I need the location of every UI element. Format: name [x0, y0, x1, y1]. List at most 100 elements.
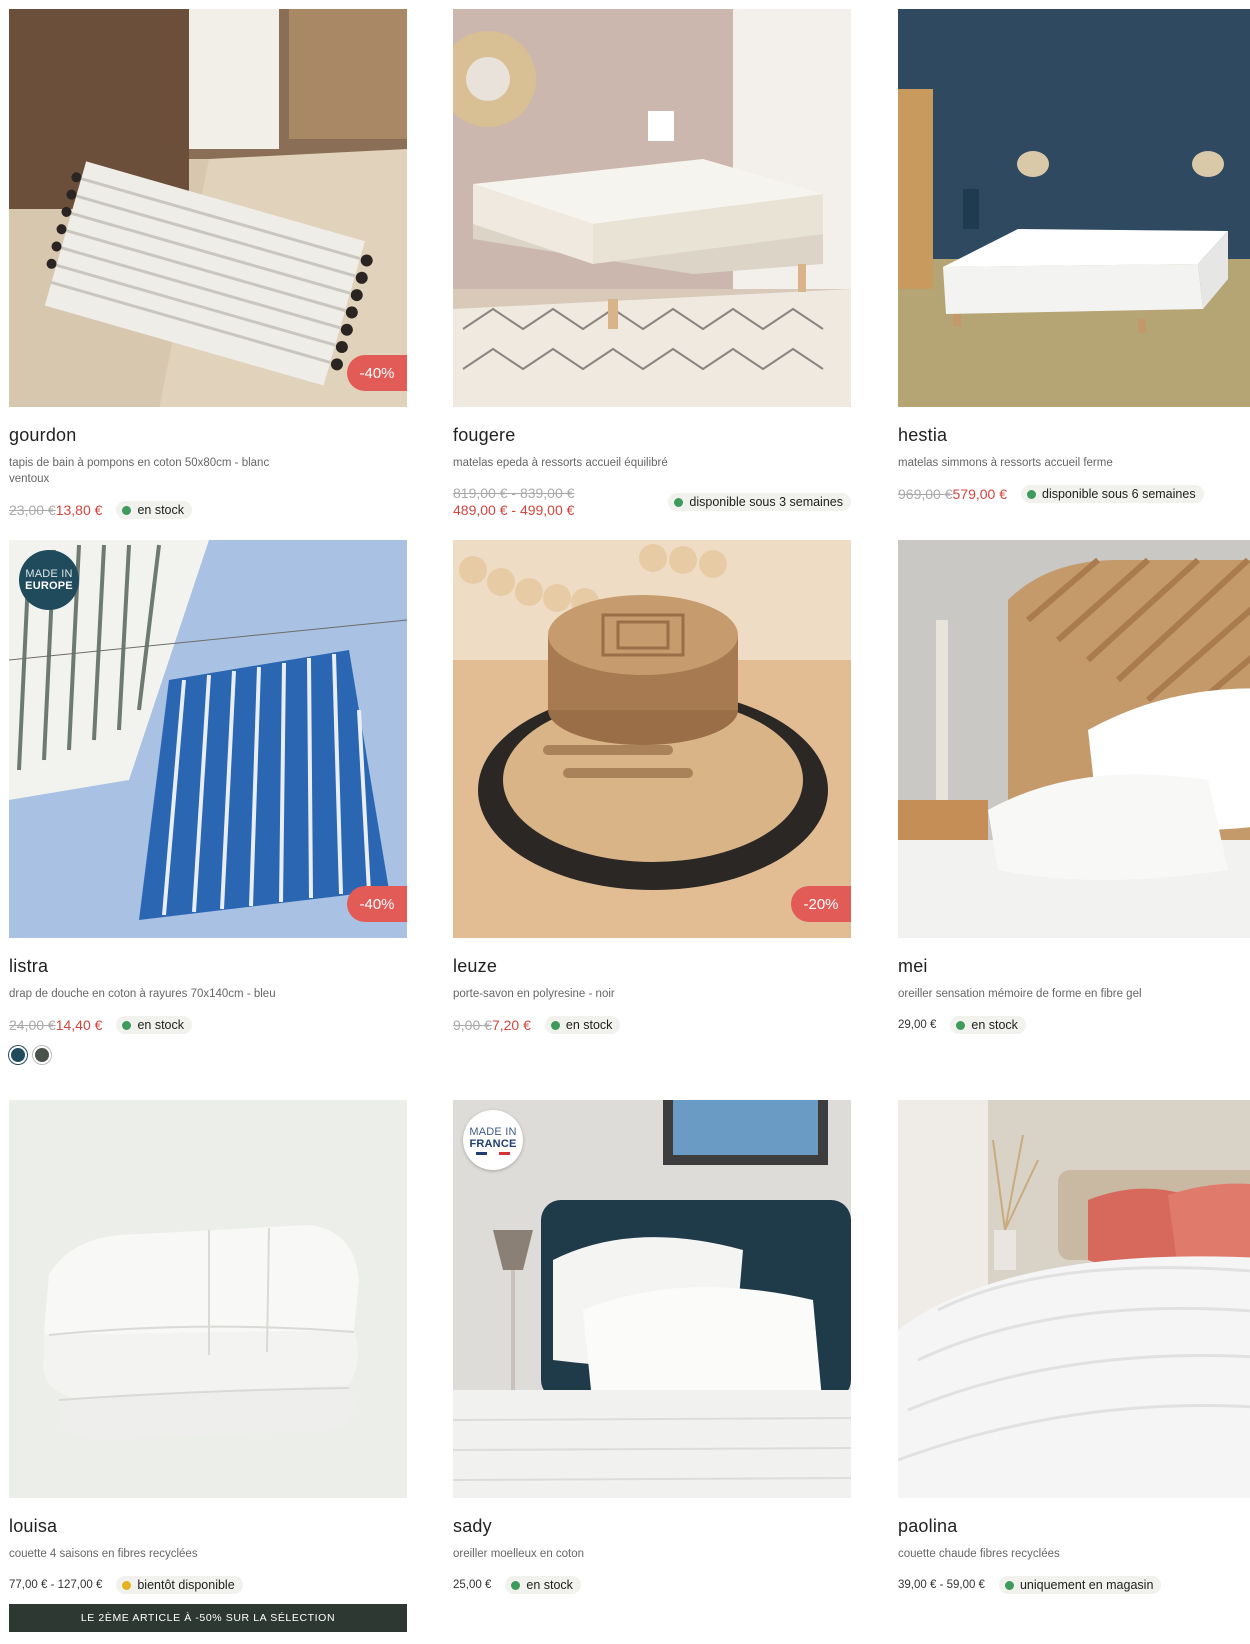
stock-status-label: en stock	[971, 1018, 1018, 1032]
sale-price: 7,20 €	[491, 1016, 531, 1033]
product-image[interactable]	[898, 1100, 1250, 1498]
old-price: 9,00 €	[453, 1016, 492, 1033]
product-description: tapis de bain à pompons en coton 50x80cm…	[9, 457, 270, 485]
mattress-image	[453, 9, 851, 407]
old-price: 24,00 €	[9, 1016, 56, 1033]
product-description: drap de douche en coton à rayures 70x140…	[9, 988, 276, 1000]
stock-status-label: uniquement en magasin	[1019, 1578, 1154, 1592]
product-name[interactable]: fougere	[453, 425, 851, 449]
duvet-folded-image	[9, 1100, 407, 1498]
status-dot-icon	[956, 1020, 966, 1030]
product-description: porte-savon en polyresine - noir	[453, 988, 615, 1000]
status-dot-icon	[122, 1580, 132, 1590]
price-block: 969,00 €579,00 €	[898, 486, 1007, 503]
price-block: 23,00 €13,80 €	[9, 502, 102, 519]
badge-top-text: MADE IN	[469, 1125, 517, 1138]
product-image[interactable]: -20%	[453, 540, 851, 938]
product-image[interactable]: MADE IN FRANCE	[453, 1100, 851, 1498]
product-name[interactable]: louisa	[9, 1516, 407, 1540]
product-description: oreiller sensation mémoire de forme en f…	[898, 988, 1142, 1000]
mattress-blue-room-image	[898, 9, 1250, 407]
product-image[interactable]	[898, 9, 1250, 407]
made-in-europe-badge: MADE IN EUROPE	[19, 550, 79, 610]
product-description: matelas simmons à ressorts accueil ferme	[898, 457, 1113, 469]
price: 25,00 €	[453, 1579, 492, 1591]
stock-status-label: en stock	[526, 1578, 573, 1592]
price: 77,00 € - 127,00 €	[9, 1579, 103, 1591]
stock-status-label: bientôt disponible	[137, 1578, 235, 1592]
product-name[interactable]: listra	[9, 956, 407, 980]
discount-badge: -20%	[791, 886, 851, 922]
product-name[interactable]: gourdon	[9, 425, 407, 449]
promo-banner[interactable]: LE 2ÈME ARTICLE À -50% SUR LA SÉLECTION	[9, 1604, 407, 1632]
status-dot-icon	[1004, 1580, 1014, 1590]
color-swatches	[9, 1046, 407, 1064]
discount-badge: -40%	[347, 355, 407, 391]
product-name[interactable]: leuze	[453, 956, 851, 980]
product-card-louisa[interactable]: louisa couette 4 saisons en fibres recyc…	[9, 1100, 407, 1632]
sale-price: 13,80 €	[55, 501, 103, 518]
product-description: couette chaude fibres recyclées	[898, 1548, 1060, 1560]
pillow-rattan-image	[898, 540, 1250, 938]
stock-status: en stock	[544, 1016, 621, 1034]
bath-mat-image	[9, 9, 407, 407]
stock-status: en stock	[116, 1016, 192, 1034]
stock-status-label: en stock	[137, 1018, 184, 1032]
product-card-paolina[interactable]: paolina couette chaude fibres recyclées …	[898, 1100, 1250, 1594]
product-card-leuze[interactable]: -20% leuze porte-savon en polyresine - n…	[453, 540, 851, 1034]
stock-status-label: disponible sous 3 semaines	[689, 495, 843, 509]
status-dot-icon	[511, 1580, 521, 1590]
sale-price: 14,40 €	[55, 1016, 103, 1033]
product-card-listra[interactable]: MADE IN EUROPE -40% listra drap de douch…	[9, 540, 407, 1064]
product-card-sady[interactable]: MADE IN FRANCE sady oreiller moelleux en…	[453, 1100, 851, 1594]
product-name[interactable]: sady	[453, 1516, 851, 1540]
old-price: 819,00 € - 839,00 €	[453, 485, 575, 501]
price: 39,00 € - 59,00 €	[898, 1579, 985, 1591]
made-in-france-badge: MADE IN FRANCE	[463, 1110, 523, 1170]
sale-price: 489,00 € - 499,00 €	[453, 502, 575, 518]
product-card-hestia[interactable]: hestia matelas simmons à ressorts accuei…	[898, 9, 1250, 503]
stock-status-label: en stock	[137, 503, 184, 517]
discount-badge: -40%	[347, 886, 407, 922]
status-dot-icon	[122, 505, 132, 515]
product-card-mei[interactable]: mei oreiller sensation mémoire de forme …	[898, 540, 1250, 1034]
duvet-bed-image	[898, 1100, 1250, 1498]
price: 29,00 €	[898, 1019, 937, 1031]
product-image[interactable]	[453, 9, 851, 407]
product-card-fougere[interactable]: fougere matelas epeda à ressorts accueil…	[453, 9, 851, 519]
product-card-gourdon[interactable]: -40% gourdon tapis de bain à pompons en …	[9, 9, 407, 519]
stock-status: bientôt disponible	[116, 1576, 243, 1594]
product-image[interactable]	[898, 540, 1250, 938]
stock-status: en stock	[116, 501, 192, 519]
sale-price: 579,00 €	[952, 485, 1008, 502]
product-description: oreiller moelleux en coton	[453, 1548, 585, 1560]
badge-bottom-text: FRANCE	[469, 1137, 517, 1150]
stock-status: en stock	[505, 1576, 581, 1594]
status-dot-icon	[1027, 489, 1036, 499]
old-price: 23,00 €	[9, 501, 56, 518]
product-description: couette 4 saisons en fibres recyclées	[9, 1548, 198, 1560]
stock-status: uniquement en magasin	[998, 1576, 1162, 1594]
stock-status-label: en stock	[565, 1018, 613, 1032]
product-name[interactable]: hestia	[898, 425, 1250, 449]
badge-bottom-text: EUROPE	[25, 580, 73, 592]
price-block: 9,00 €7,20 €	[453, 1017, 531, 1034]
product-name[interactable]: mei	[898, 956, 1250, 980]
badge-top-text: MADE IN	[25, 568, 73, 580]
french-flag-icon	[476, 1151, 510, 1155]
product-image[interactable]	[9, 1100, 407, 1498]
status-dot-icon	[674, 497, 684, 507]
stock-status: disponible sous 3 semaines	[668, 493, 851, 511]
product-image[interactable]: MADE IN EUROPE -40%	[9, 540, 407, 938]
old-price: 969,00 €	[898, 485, 953, 502]
swatch-blue[interactable]	[9, 1046, 27, 1064]
stock-status: disponible sous 6 semaines	[1021, 485, 1204, 503]
product-description: matelas epeda à ressorts accueil équilib…	[453, 457, 668, 469]
price-block: 24,00 €14,40 €	[9, 1017, 102, 1034]
product-name[interactable]: paolina	[898, 1516, 1250, 1540]
stock-status-label: disponible sous 6 semaines	[1042, 487, 1196, 501]
price-block: 819,00 € - 839,00 € 489,00 € - 499,00 €	[453, 485, 574, 519]
swatch-green[interactable]	[33, 1046, 51, 1064]
product-image[interactable]: -40%	[9, 9, 407, 407]
status-dot-icon	[122, 1020, 132, 1030]
